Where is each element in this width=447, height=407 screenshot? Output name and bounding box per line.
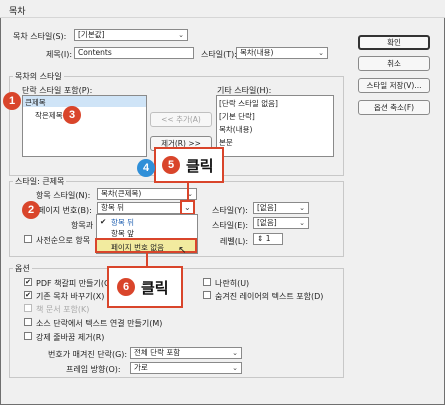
list-item[interactable]: 큰제목: [25, 97, 46, 108]
frame-direction-select[interactable]: 가로 ⌄: [130, 362, 242, 374]
chevron-down-icon: ⌄: [318, 49, 324, 57]
frame-direction-label: 프레임 방향(O):: [66, 365, 121, 374]
include-book-checkbox[interactable]: [24, 304, 32, 312]
ok-button[interactable]: 확인: [358, 35, 430, 50]
style-y-select[interactable]: [없음] ⌄: [253, 202, 309, 214]
pdf-bookmark-checkbox[interactable]: ✔: [24, 278, 32, 286]
numbered-paragraphs-label: 번호가 매겨진 단락(G):: [48, 350, 128, 359]
list-item[interactable]: [기본 단락]: [219, 111, 255, 122]
title-bar: 목차: [0, 0, 445, 18]
hidden-layers-checkbox[interactable]: [203, 291, 211, 299]
style-settings-heading: 스타일: 큰제목: [13, 176, 67, 187]
include-book-label: 책 문서 포함(K): [36, 305, 90, 314]
checkmark-icon: ✔: [100, 217, 107, 226]
run-in-checkbox[interactable]: [203, 278, 211, 286]
options-heading: 옵션: [13, 263, 32, 274]
style-e-select[interactable]: [없음] ⌄: [253, 217, 309, 229]
step-badge-1: 1: [3, 92, 21, 110]
callout-connector: [146, 253, 148, 267]
entry-style-select[interactable]: 목차(큰제목) ⌄: [97, 188, 197, 200]
chevron-down-icon: ⌄: [178, 31, 184, 39]
title-style-value: 목차(내용): [240, 48, 274, 57]
style-e-label: 스타일(E):: [212, 221, 249, 230]
include-styles-list[interactable]: 큰제목 작은제목: [22, 95, 147, 157]
chevron-down-icon: ⌄: [299, 204, 305, 212]
hidden-layers-label: 숨겨진 레이어의 텍스트 포함(D): [215, 292, 324, 301]
style-y-label: 스타일(Y):: [212, 206, 248, 215]
click-callout-bottom: 6 클릭: [107, 266, 183, 308]
page-number-dropdown-toggle[interactable]: ⌄: [180, 200, 195, 215]
callout-connector: [187, 183, 189, 200]
page-number-label: 페이지 번호(B):: [38, 206, 92, 215]
entry-style-value: 목차(큰제목): [101, 189, 142, 198]
page-number-value: 항목 뒤: [101, 203, 125, 212]
entry-style-label: 항목 스타일(N):: [36, 191, 91, 200]
save-style-button[interactable]: 스타일 저장(V)...: [358, 78, 430, 93]
click-callout-top: 5 클릭: [154, 147, 224, 183]
level-label: 레벨(L):: [220, 237, 249, 246]
cancel-button[interactable]: 취소: [358, 56, 430, 71]
list-item[interactable]: 목차(내용): [219, 124, 252, 135]
sort-label: 사전순으로 항목: [36, 236, 91, 245]
window-title: 목차: [9, 7, 26, 17]
text-anchor-checkbox[interactable]: [24, 318, 32, 326]
click-text: 클릭: [186, 157, 214, 175]
remove-breaks-label: 강제 줄바꿈 제거(R): [36, 333, 105, 342]
dropdown-option: 페이지 번호 없음: [111, 243, 165, 252]
chevron-down-icon: ⌄: [232, 364, 238, 372]
frame-direction-value: 가로: [134, 363, 148, 372]
replace-existing-label: 기존 목차 바꾸기(X): [36, 292, 105, 301]
stepper-icon: ⇕: [257, 234, 264, 243]
title-input[interactable]: Contents: [74, 47, 194, 59]
remove-breaks-checkbox[interactable]: [24, 332, 32, 340]
step-badge-2: 2: [22, 201, 40, 219]
chevron-down-icon: ⌄: [299, 219, 305, 227]
step-badge-4: 4: [137, 159, 155, 177]
title-label: 제목(I):: [46, 50, 73, 59]
text-anchor-label: 소스 단락에서 텍스트 연결 만들기(M): [36, 319, 163, 328]
toc-style-value: [기본값]: [78, 30, 105, 39]
step-badge-3: 3: [63, 106, 81, 124]
fewer-options-button[interactable]: 옵션 축소(F): [358, 100, 430, 115]
list-item[interactable]: 작은제목: [35, 110, 63, 121]
chevron-down-icon: ⌄: [232, 349, 238, 357]
title-style-label: 스타일(T):: [201, 50, 237, 59]
pdf-bookmark-label: PDF 책갈피 만들기(C): [36, 279, 113, 288]
numbered-paragraphs-value: 전체 단락 포함: [134, 348, 181, 357]
dropdown-option[interactable]: 항목 뒤: [111, 217, 134, 228]
step-badge-6: 6: [117, 278, 135, 296]
chevron-down-icon: ⌄: [184, 203, 191, 212]
toc-styles-heading: 목차의 스타일: [13, 71, 64, 82]
list-item[interactable]: [단락 스타일 없음]: [219, 98, 278, 109]
replace-existing-checkbox[interactable]: ✔: [24, 291, 32, 299]
entry-between-label: 항목과: [71, 221, 94, 230]
numbered-paragraphs-select[interactable]: 전체 단락 포함 ⌄: [130, 347, 242, 359]
toc-style-select[interactable]: [기본값] ⌄: [74, 29, 188, 41]
add-button[interactable]: << 추가(A): [150, 112, 212, 127]
level-stepper[interactable]: ⇕ 1: [253, 233, 283, 245]
title-style-select[interactable]: 목차(내용) ⌄: [236, 47, 328, 59]
step-badge-5: 5: [162, 156, 180, 174]
click-text: 클릭: [141, 279, 169, 297]
style-y-value: [없음]: [257, 203, 277, 212]
style-e-value: [없음]: [257, 218, 277, 227]
level-value: 1: [265, 234, 271, 243]
run-in-label: 나란히(U): [215, 279, 250, 288]
other-styles-list[interactable]: [단락 스타일 없음] [기본 단락] 목차(내용) 본문: [216, 95, 334, 157]
toc-style-label: 목차 스타일(S):: [13, 32, 67, 41]
sort-checkbox[interactable]: [24, 235, 32, 243]
mouse-pointer-icon: ↖: [178, 245, 187, 256]
